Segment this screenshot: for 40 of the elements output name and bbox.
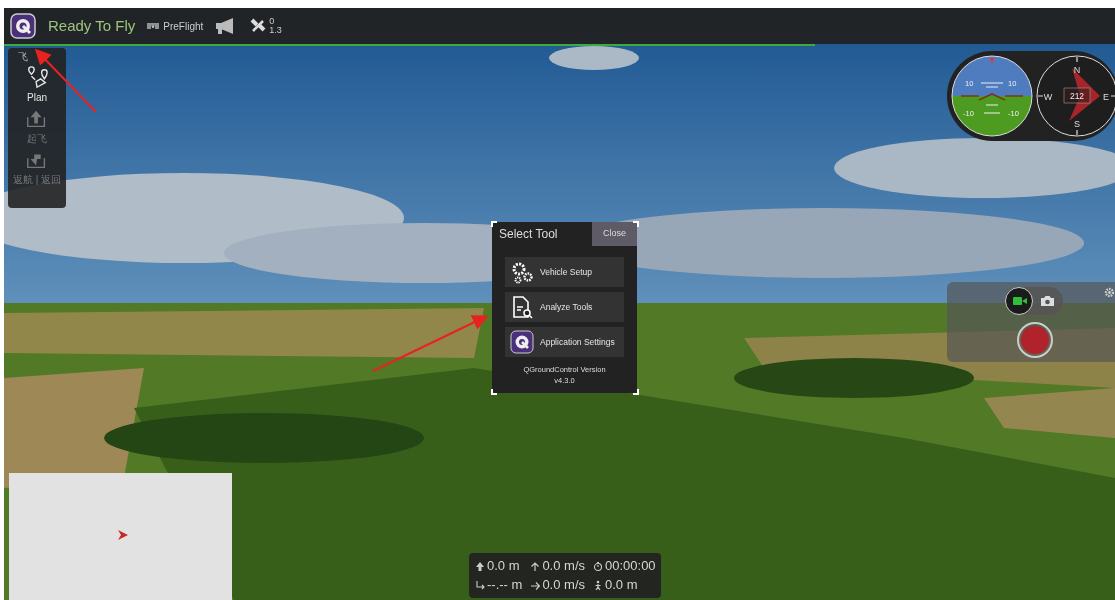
toolbar-button[interactable]: Plan (25, 66, 49, 103)
app-logo-icon[interactable] (10, 13, 36, 39)
document-search-icon (510, 295, 534, 319)
telemetry-value: 0.0 m/s (542, 576, 585, 595)
flight-mode[interactable]: PreFlight (163, 18, 204, 34)
telemetry-value: 0.0 m/s (542, 557, 585, 576)
return-arrow-icon (475, 579, 485, 591)
app-logo-icon (510, 330, 534, 354)
satellite-count: 0 (269, 17, 276, 26)
walking-figure-icon (593, 579, 603, 591)
toolbar-label: 飞 (18, 52, 28, 62)
compass-south: S (1074, 119, 1080, 129)
route-pin-icon (25, 66, 49, 90)
camera-icon (1039, 294, 1055, 308)
vehicle-status[interactable]: Ready To Fly (48, 14, 136, 38)
hdop-value: 1.3 (269, 26, 282, 35)
video-camera-icon (1011, 294, 1027, 308)
waveform-icon (147, 21, 160, 31)
telemetry-value: 0.0 m (605, 576, 638, 595)
tool-button[interactable]: Analyze Tools (505, 292, 624, 322)
gear-icon[interactable] (1104, 287, 1115, 298)
heading-value: 212 (1069, 91, 1085, 101)
gears-icon (510, 260, 534, 284)
compass-east: E (1103, 92, 1109, 102)
telemetry-value: 0.0 m (487, 557, 520, 576)
dialog-title: Select Tool (498, 226, 559, 243)
telemetry-value: 00:00:00 (605, 557, 656, 576)
video-mode-button[interactable] (1005, 287, 1033, 315)
tool-button[interactable]: Application Settings (505, 327, 624, 357)
right-arrow-icon (530, 579, 541, 591)
compass-west: W (1043, 92, 1053, 102)
close-button[interactable]: Close (592, 222, 637, 246)
up-arrow-icon (475, 560, 485, 572)
telemetry-value: --.-- m (487, 576, 523, 595)
timer-icon (593, 560, 603, 572)
vehicle-marker-icon (117, 529, 129, 541)
up-arrow-icon (530, 560, 541, 572)
record-button[interactable] (1017, 322, 1053, 358)
compass-north: N (1073, 65, 1081, 75)
tool-button[interactable]: Vehicle Setup (505, 257, 624, 287)
